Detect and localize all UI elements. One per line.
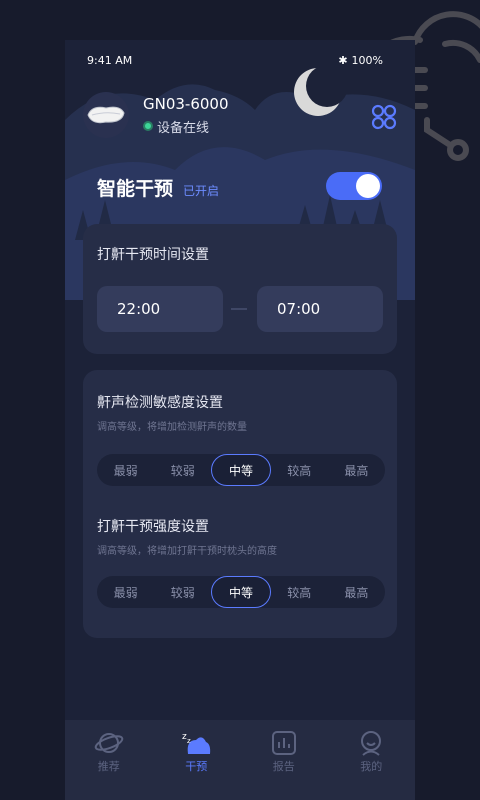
start-time-field[interactable]: 22:00 [97, 286, 223, 332]
toggle-knob [356, 174, 380, 198]
intensity-option-weak[interactable]: 较弱 [154, 576, 211, 608]
sleep-icon: z z [182, 732, 211, 754]
bluetooth-icon: ✱ [338, 54, 348, 67]
tab-intervention-label: 干预 [185, 760, 208, 773]
status-time: 9:41 AM [87, 54, 133, 67]
sensitivity-selector: 最弱 较弱 中等 较高 最高 [97, 454, 385, 486]
sensitivity-option-weakest[interactable]: 最弱 [97, 454, 154, 486]
smart-title: 智能干预 [97, 178, 174, 200]
apps-grid-icon[interactable] [371, 104, 397, 130]
user-icon [361, 731, 382, 756]
tab-intervention[interactable]: z z 干预 [153, 720, 241, 800]
pillow-avatar [83, 92, 129, 138]
tab-report[interactable]: 报告 [240, 720, 328, 800]
intensity-hint: 调高等级，将增加打鼾干预时枕头的高度 [97, 546, 277, 557]
bottom-tab-bar: 推荐 z z 干预 报告 我的 [65, 720, 415, 800]
sensitivity-option-weak[interactable]: 较弱 [154, 454, 211, 486]
intensity-option-highest[interactable]: 最高 [328, 576, 385, 608]
report-icon [271, 731, 296, 755]
smart-toggle[interactable] [326, 172, 382, 200]
tab-recommend-label: 推荐 [97, 760, 120, 773]
intensity-selector: 最弱 较弱 中等 较高 最高 [97, 576, 385, 608]
tab-mine-label: 我的 [360, 760, 383, 773]
status-bar: 9:41 AM ✱ 100% [87, 54, 383, 67]
sensitivity-title: 鼾声检测敏感度设置 [97, 395, 223, 411]
device-name: GN03-6000 [143, 94, 229, 113]
app-screen: 9:41 AM ✱ 100% GN03-6000 设备在线 智能干预 已开启 打… [65, 40, 415, 800]
device-status: 设备在线 [157, 120, 210, 136]
device-header[interactable]: GN03-6000 设备在线 [83, 92, 229, 138]
svg-text:z: z [187, 737, 191, 745]
sensitivity-option-high[interactable]: 较高 [271, 454, 328, 486]
intensity-option-weakest[interactable]: 最弱 [97, 576, 154, 608]
planet-icon [94, 733, 124, 753]
tab-report-label: 报告 [272, 760, 295, 773]
end-time-field[interactable]: 07:00 [257, 286, 383, 332]
sensitivity-option-highest[interactable]: 最高 [328, 454, 385, 486]
pillow-icon [87, 106, 125, 124]
sensitivity-option-medium[interactable]: 中等 [211, 454, 271, 486]
sensitivity-hint: 调高等级，将增加检测鼾声的数量 [97, 422, 247, 433]
smart-state: 已开启 [183, 184, 220, 198]
battery-text: 100% [351, 54, 383, 67]
detection-settings-card: 鼾声检测敏感度设置 调高等级，将增加检测鼾声的数量 最弱 较弱 中等 较高 最高… [83, 370, 397, 638]
time-setting-title: 打鼾干预时间设置 [97, 247, 209, 263]
time-separator [231, 308, 247, 310]
tab-recommend[interactable]: 推荐 [65, 720, 153, 800]
time-setting-card: 打鼾干预时间设置 22:00 07:00 [83, 224, 397, 354]
tab-mine[interactable]: 我的 [328, 720, 416, 800]
smart-intervention-header: 智能干预 已开启 [97, 174, 219, 201]
intensity-option-medium[interactable]: 中等 [211, 576, 271, 608]
intensity-title: 打鼾干预强度设置 [97, 519, 209, 535]
intensity-option-high[interactable]: 较高 [271, 576, 328, 608]
online-dot-icon [143, 121, 153, 131]
